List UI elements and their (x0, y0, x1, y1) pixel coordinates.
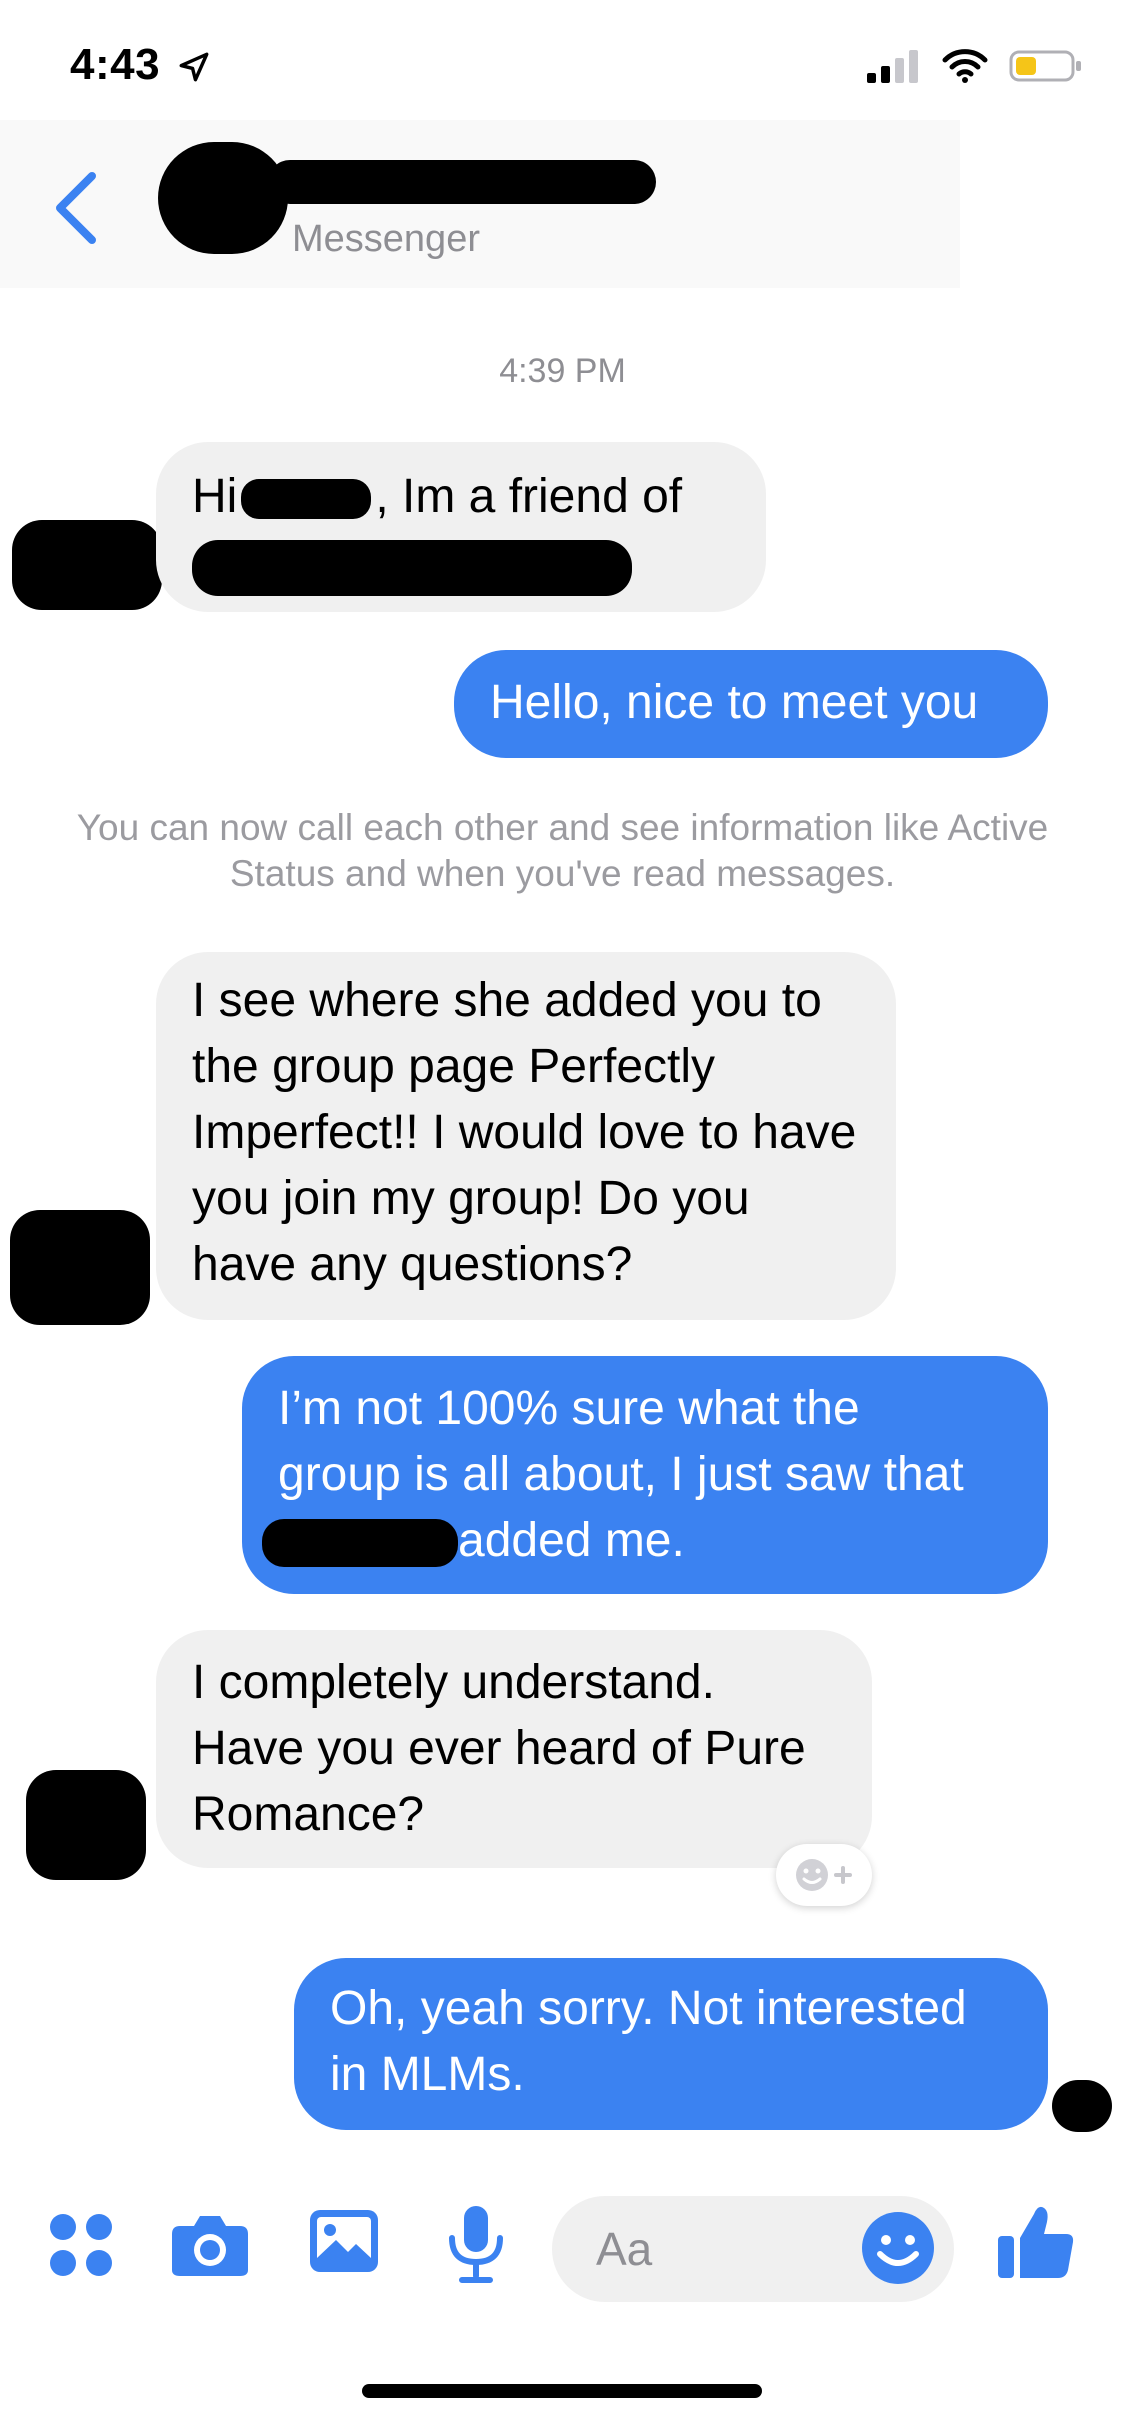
back-chevron-icon[interactable] (48, 168, 108, 248)
more-options-icon[interactable] (46, 2210, 116, 2280)
location-arrow-icon (179, 52, 209, 82)
signal-icon (867, 50, 918, 83)
redacted-text (192, 540, 632, 596)
redacted-text (262, 1519, 458, 1568)
message-text: I’m not 100% sure what the (278, 1382, 860, 1435)
camera-icon[interactable] (170, 2212, 250, 2278)
gallery-icon[interactable] (308, 2208, 380, 2274)
message-text: added me. (458, 1514, 685, 1567)
message-text: Hi (192, 470, 238, 523)
read-receipt-avatar (1052, 2080, 1112, 2132)
sender-avatar (12, 520, 162, 610)
message-bubble-received: Hi , Im a friend of (156, 442, 766, 612)
conversation-header (0, 120, 960, 288)
sender-avatar (26, 1770, 146, 1880)
sender-avatar (10, 1210, 150, 1325)
status-time: 4:43 (70, 40, 211, 90)
message-bubble-sent: Oh, yeah sorry. Not interested in MLMs. (294, 1958, 1048, 2130)
message-bubble-sent: Hello, nice to meet you (454, 650, 1048, 758)
emoji-icon[interactable] (860, 2210, 936, 2286)
add-reaction-icon (796, 1859, 852, 1891)
message-text: group is all about, I just saw that (278, 1448, 964, 1501)
redacted-contact-name (268, 160, 656, 204)
status-indicators (865, 48, 1083, 84)
message-bubble-sent: I’m not 100% sure what the group is all … (242, 1356, 1048, 1594)
message-text: , Im a friend of (375, 470, 683, 523)
system-message: You can now call each other and see info… (76, 807, 1049, 894)
chat-timestamp: 4:39 PM (499, 352, 626, 390)
message-bubble-received: I see where she added you to the group p… (156, 952, 896, 1320)
wifi-icon (942, 49, 988, 83)
add-reaction-button[interactable] (776, 1844, 872, 1906)
redacted-avatar (158, 142, 288, 254)
like-thumbs-up-icon[interactable] (996, 2202, 1076, 2282)
redacted-text (241, 479, 372, 520)
message-bubble-received: I completely understand. Have you ever h… (156, 1630, 872, 1868)
microphone-icon[interactable] (446, 2204, 506, 2284)
header-subtitle: Messenger (292, 218, 480, 260)
home-indicator (362, 2384, 762, 2398)
message-input-placeholder: Aa (596, 2223, 653, 2275)
battery-icon (1009, 50, 1081, 82)
